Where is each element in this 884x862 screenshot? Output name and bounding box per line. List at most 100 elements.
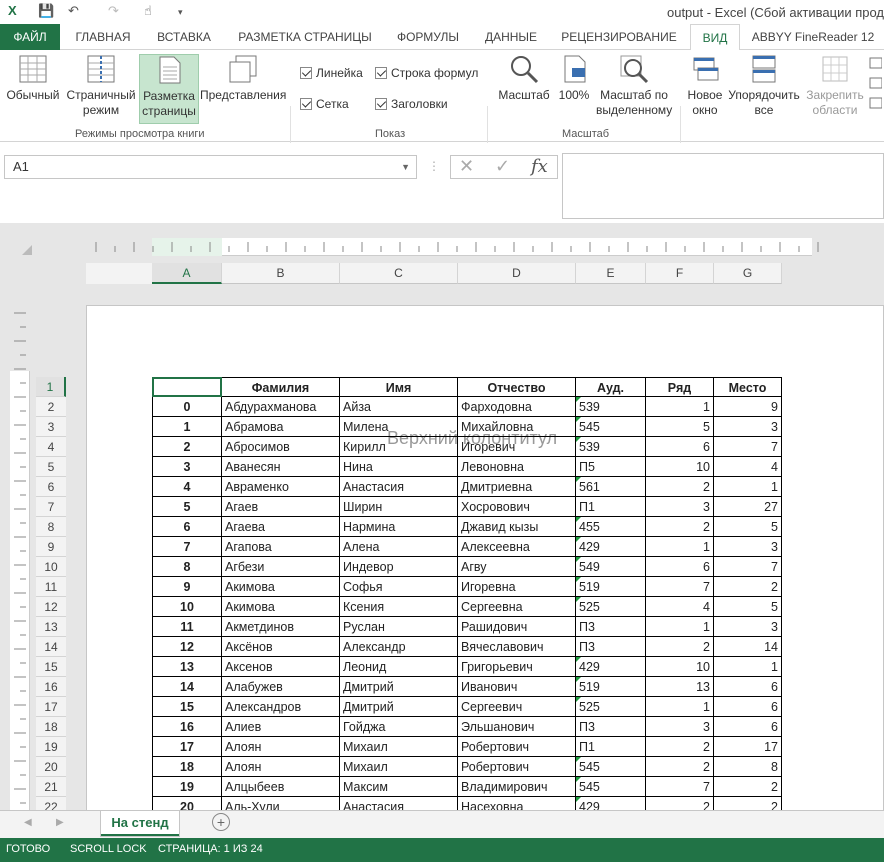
table-cell[interactable]: 1	[646, 697, 714, 717]
zoom-button[interactable]: Масштаб	[494, 54, 554, 124]
table-cell[interactable]: Алексеевна	[458, 537, 576, 557]
table-cell[interactable]: Софья	[340, 577, 458, 597]
table-cell[interactable]: 429	[576, 537, 646, 557]
table-cell[interactable]: Аксёнов	[222, 637, 340, 657]
table-cell[interactable]: Алиев	[222, 717, 340, 737]
table-cell[interactable]: 0	[152, 397, 222, 417]
tab-page-layout[interactable]: РАЗМЕТКА СТРАНИЦЫ	[230, 24, 380, 50]
error-indicator-icon[interactable]	[576, 597, 581, 602]
table-cell[interactable]: 525	[576, 597, 646, 617]
table-cell[interactable]: 14	[714, 637, 782, 657]
column-header-g[interactable]: G	[714, 263, 782, 284]
table-cell[interactable]: 1	[646, 397, 714, 417]
table-header-cell[interactable]: Имя	[340, 377, 458, 397]
table-cell[interactable]: П3	[576, 637, 646, 657]
table-cell[interactable]: 7	[152, 537, 222, 557]
table-cell[interactable]: 6	[646, 557, 714, 577]
table-cell[interactable]: 5	[714, 517, 782, 537]
table-header-cell[interactable]	[152, 377, 222, 397]
table-cell[interactable]: 2	[646, 477, 714, 497]
table-header-cell[interactable]: Ауд.	[576, 377, 646, 397]
table-cell[interactable]: П1	[576, 737, 646, 757]
table-cell[interactable]: 6	[152, 517, 222, 537]
table-cell[interactable]: 14	[152, 677, 222, 697]
table-cell[interactable]: 7	[714, 557, 782, 577]
tab-file[interactable]: ФАЙЛ	[0, 24, 60, 50]
table-cell[interactable]: Айза	[340, 397, 458, 417]
error-indicator-icon[interactable]	[576, 757, 581, 762]
table-cell[interactable]: Фарходовна	[458, 397, 576, 417]
row-header[interactable]: 15	[36, 657, 66, 677]
table-cell[interactable]: Рашидович	[458, 617, 576, 637]
zoom-100-button[interactable]: 100%	[556, 54, 592, 124]
error-indicator-icon[interactable]	[576, 537, 581, 542]
table-cell[interactable]: Акметдинов	[222, 617, 340, 637]
table-cell[interactable]: 2	[646, 797, 714, 810]
table-cell[interactable]: Алабужев	[222, 677, 340, 697]
row-header[interactable]: 13	[36, 617, 66, 637]
error-indicator-icon[interactable]	[576, 777, 581, 782]
table-cell[interactable]: 18	[152, 757, 222, 777]
row-header[interactable]: 16	[36, 677, 66, 697]
row-header[interactable]: 22	[36, 797, 66, 810]
table-cell[interactable]: П3	[576, 617, 646, 637]
drag-handle-icon[interactable]: ⋮	[428, 159, 440, 173]
cancel-icon[interactable]: ✕	[459, 156, 474, 177]
table-cell[interactable]: Игоревич	[458, 437, 576, 457]
table-cell[interactable]: 7	[646, 577, 714, 597]
table-cell[interactable]: 6	[714, 697, 782, 717]
row-header[interactable]: 6	[36, 477, 66, 497]
error-indicator-icon[interactable]	[576, 577, 581, 582]
table-cell[interactable]: 545	[576, 417, 646, 437]
table-cell[interactable]: 17	[714, 737, 782, 757]
row-header[interactable]: 12	[36, 597, 66, 617]
error-indicator-icon[interactable]	[576, 657, 581, 662]
table-cell[interactable]: 519	[576, 677, 646, 697]
freeze-panes-button[interactable]: Закрепить области	[804, 54, 866, 124]
table-cell[interactable]: Акимова	[222, 597, 340, 617]
table-cell[interactable]: 8	[152, 557, 222, 577]
table-cell[interactable]: Владимирович	[458, 777, 576, 797]
table-cell[interactable]: Абросимов	[222, 437, 340, 457]
table-cell[interactable]: 3	[646, 497, 714, 517]
column-header-e[interactable]: E	[576, 263, 646, 284]
table-cell[interactable]: Индевор	[340, 557, 458, 577]
zoom-to-selection-button[interactable]: Масштаб по выделенному	[596, 54, 672, 124]
redo-icon[interactable]: ↷	[108, 3, 119, 19]
table-cell[interactable]: 545	[576, 777, 646, 797]
table-cell[interactable]: 455	[576, 517, 646, 537]
table-cell[interactable]: Алцыбеев	[222, 777, 340, 797]
table-cell[interactable]: 9	[714, 397, 782, 417]
table-cell[interactable]: 5	[646, 417, 714, 437]
table-header-cell[interactable]: Фамилия	[222, 377, 340, 397]
table-cell[interactable]: 3	[646, 717, 714, 737]
tab-abbyy[interactable]: ABBYY FineReader 12	[748, 24, 878, 50]
table-header-cell[interactable]: Место	[714, 377, 782, 397]
row-header[interactable]: 18	[36, 717, 66, 737]
table-cell[interactable]: 539	[576, 437, 646, 457]
custom-views-button[interactable]: Представления	[200, 54, 286, 124]
table-cell[interactable]: 5	[152, 497, 222, 517]
table-cell[interactable]: 2	[152, 437, 222, 457]
table-cell[interactable]: 1	[646, 617, 714, 637]
table-cell[interactable]: 2	[714, 797, 782, 810]
row-header[interactable]: 1	[36, 377, 66, 397]
page-layout-view-button[interactable]: Разметка страницы	[139, 54, 199, 124]
table-cell[interactable]: Григорьевич	[458, 657, 576, 677]
table-cell[interactable]: 2	[646, 757, 714, 777]
table-cell[interactable]: 4	[152, 477, 222, 497]
row-header[interactable]: 19	[36, 737, 66, 757]
error-indicator-icon[interactable]	[576, 697, 581, 702]
table-cell[interactable]: 1	[152, 417, 222, 437]
table-cell[interactable]: Акимова	[222, 577, 340, 597]
column-header-d[interactable]: D	[458, 263, 576, 284]
table-cell[interactable]: 1	[714, 657, 782, 677]
table-cell[interactable]: Авраменко	[222, 477, 340, 497]
table-cell[interactable]: 7	[714, 437, 782, 457]
formula-bar-checkbox[interactable]: Строка формул	[375, 66, 478, 80]
table-cell[interactable]: Эльшанович	[458, 717, 576, 737]
table-cell[interactable]: 3	[152, 457, 222, 477]
table-cell[interactable]: 3	[714, 417, 782, 437]
column-header-f[interactable]: F	[646, 263, 714, 284]
table-cell[interactable]: Робертович	[458, 757, 576, 777]
